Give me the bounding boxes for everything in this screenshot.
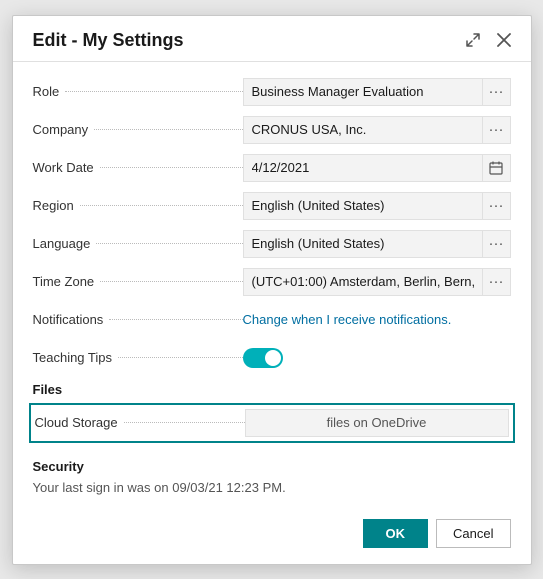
expand-icon (465, 32, 481, 48)
security-section-label: Security (33, 459, 511, 474)
company-row: Company ··· (33, 116, 511, 144)
security-text: Your last sign in was on 09/03/21 12:23 … (33, 480, 511, 495)
work-date-dots (100, 167, 243, 168)
teaching-tips-control (243, 348, 511, 368)
teaching-tips-label: Teaching Tips (33, 350, 113, 365)
role-dots (65, 91, 242, 92)
language-control: ··· (243, 230, 511, 258)
dialog-footer: OK Cancel (13, 507, 531, 564)
toggle-slider (243, 348, 283, 368)
language-row: Language ··· (33, 230, 511, 258)
language-label: Language (33, 236, 91, 251)
dialog-title: Edit - My Settings (33, 30, 184, 51)
role-input[interactable] (243, 78, 483, 106)
notifications-label: Notifications (33, 312, 104, 327)
work-date-control (243, 154, 511, 182)
language-label-wrap: Language (33, 236, 243, 251)
cloud-storage-label: Cloud Storage (35, 415, 118, 430)
region-label: Region (33, 198, 74, 213)
language-dots (96, 243, 242, 244)
role-lookup-button[interactable]: ··· (483, 78, 511, 106)
role-control: ··· (243, 78, 511, 106)
notifications-link[interactable]: Change when I receive notifications. (243, 312, 452, 327)
header-icons (461, 30, 515, 50)
security-section: Security Your last sign in was on 09/03/… (33, 443, 511, 499)
company-control: ··· (243, 116, 511, 144)
work-date-input[interactable] (243, 154, 483, 182)
cloud-storage-label-wrap: Cloud Storage (35, 415, 245, 430)
time-zone-label-wrap: Time Zone (33, 274, 243, 289)
teaching-tips-row: Teaching Tips (33, 344, 511, 372)
teaching-tips-toggle[interactable] (243, 348, 283, 368)
calendar-icon (489, 161, 503, 175)
region-lookup-button[interactable]: ··· (483, 192, 511, 220)
time-zone-dots (100, 281, 242, 282)
time-zone-lookup-button[interactable]: ··· (483, 268, 511, 296)
region-input[interactable] (243, 192, 483, 220)
cloud-storage-value[interactable]: files on OneDrive (245, 409, 509, 437)
region-control: ··· (243, 192, 511, 220)
time-zone-row: Time Zone ··· (33, 268, 511, 296)
close-button[interactable] (493, 31, 515, 49)
notifications-row: Notifications Change when I receive noti… (33, 306, 511, 334)
notifications-label-wrap: Notifications (33, 312, 243, 327)
teaching-tips-dots (118, 357, 243, 358)
time-zone-input[interactable] (243, 268, 483, 296)
company-dots (94, 129, 242, 130)
region-row: Region ··· (33, 192, 511, 220)
edit-my-settings-dialog: Edit - My Settings Role ··· (12, 15, 532, 565)
cloud-storage-dots (124, 422, 245, 423)
role-label-wrap: Role (33, 84, 243, 99)
work-date-row: Work Date (33, 154, 511, 182)
language-input[interactable] (243, 230, 483, 258)
notifications-control: Change when I receive notifications. (243, 312, 511, 327)
role-row: Role ··· (33, 78, 511, 106)
dialog-header: Edit - My Settings (13, 16, 531, 62)
company-lookup-button[interactable]: ··· (483, 116, 511, 144)
dialog-body: Role ··· Company ··· Work Date (13, 62, 531, 507)
notifications-dots (109, 319, 242, 320)
expand-button[interactable] (461, 30, 485, 50)
calendar-button[interactable] (483, 154, 511, 182)
close-icon (497, 33, 511, 47)
cloud-storage-row[interactable]: Cloud Storage files on OneDrive (29, 403, 515, 443)
cancel-button[interactable]: Cancel (436, 519, 510, 548)
company-label: Company (33, 122, 89, 137)
role-label: Role (33, 84, 60, 99)
work-date-label-wrap: Work Date (33, 160, 243, 175)
region-label-wrap: Region (33, 198, 243, 213)
work-date-label: Work Date (33, 160, 94, 175)
language-lookup-button[interactable]: ··· (483, 230, 511, 258)
files-section-label: Files (33, 382, 511, 397)
ok-button[interactable]: OK (363, 519, 429, 548)
time-zone-label: Time Zone (33, 274, 95, 289)
cloud-storage-control: files on OneDrive (245, 409, 509, 437)
company-label-wrap: Company (33, 122, 243, 137)
company-input[interactable] (243, 116, 483, 144)
region-dots (80, 205, 243, 206)
time-zone-control: ··· (243, 268, 511, 296)
teaching-tips-label-wrap: Teaching Tips (33, 350, 243, 365)
